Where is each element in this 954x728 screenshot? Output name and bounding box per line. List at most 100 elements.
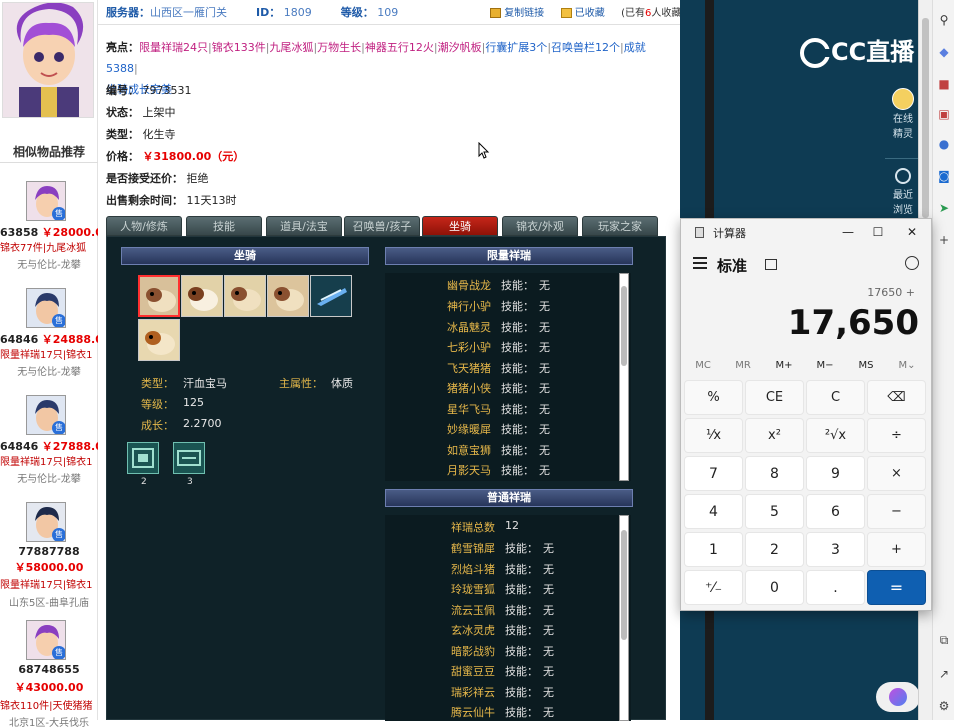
- limited-scrollbar[interactable]: [619, 273, 629, 481]
- copy-link-button[interactable]: 复制链接: [504, 8, 544, 19]
- tab-items[interactable]: 道具/法宝: [266, 216, 342, 236]
- mount-slot[interactable]: [267, 275, 309, 317]
- memory-subtract-button[interactable]: M−: [807, 360, 843, 371]
- mount-slot[interactable]: [310, 275, 352, 317]
- digit-1-key[interactable]: 1: [684, 532, 743, 567]
- memory-recall-button[interactable]: MR: [725, 360, 761, 371]
- send-icon[interactable]: ➤: [936, 200, 952, 216]
- skill-label: 技能：: [501, 321, 534, 334]
- search-icon[interactable]: ⚲: [936, 12, 952, 28]
- highlight-link[interactable]: 行囊扩展3个: [485, 41, 547, 54]
- tab-mount[interactable]: 坐骑: [422, 216, 498, 236]
- menu-icon[interactable]: [693, 257, 707, 269]
- tab-character[interactable]: 人物/修炼: [106, 216, 182, 236]
- extension-icon[interactable]: ◆: [936, 44, 952, 60]
- highlight-link[interactable]: 九尾冰狐: [269, 41, 313, 54]
- favorited-button[interactable]: 已收藏: [575, 8, 605, 19]
- rec-item[interactable]: 售 77887788 ￥58000.00 限量祥瑞17只|锦衣1 山东5区-曲阜…: [0, 502, 98, 608]
- tab-outfits[interactable]: 锦衣/外观: [502, 216, 578, 236]
- memory-list-button[interactable]: M⌄: [889, 360, 925, 371]
- highlight-link[interactable]: 限量祥瑞24只: [139, 41, 208, 54]
- digit-3-key[interactable]: 3: [806, 532, 865, 567]
- rec-item-image[interactable]: 售: [26, 502, 66, 542]
- digit-9-key[interactable]: 9: [806, 456, 865, 491]
- digit-7-key[interactable]: 7: [684, 456, 743, 491]
- tab-skills[interactable]: 技能: [186, 216, 262, 236]
- maximize-button[interactable]: ☐: [869, 223, 887, 241]
- digit-2-key[interactable]: 2: [745, 532, 804, 567]
- status-row: 状态： 上架中: [106, 104, 176, 120]
- highlight-link[interactable]: 召唤兽栏12个: [551, 41, 620, 54]
- history-icon[interactable]: [905, 256, 919, 270]
- negate-key[interactable]: ⁺⁄₋: [684, 570, 743, 605]
- memory-add-button[interactable]: M+: [766, 360, 802, 371]
- square-key[interactable]: x²: [745, 418, 804, 453]
- mount-slot[interactable]: [224, 275, 266, 317]
- scroll-thumb[interactable]: [621, 286, 627, 366]
- add-icon[interactable]: +: [936, 232, 952, 248]
- keep-on-top-icon[interactable]: [765, 259, 777, 270]
- online-sprite-button[interactable]: 在线 精灵: [885, 88, 921, 140]
- recent-browse-button[interactable]: 最近 浏览: [885, 168, 921, 216]
- tab-summons[interactable]: 召唤兽/孩子: [344, 216, 420, 236]
- scroll-thumb[interactable]: [621, 530, 627, 640]
- mount-name: 飞天猪猪: [447, 362, 491, 375]
- highlight-link[interactable]: 锦衣133件: [212, 41, 266, 54]
- reciprocal-key[interactable]: ¹⁄x: [684, 418, 743, 453]
- highlight-link[interactable]: 潮汐帆板: [438, 41, 482, 54]
- equals-key[interactable]: =: [867, 570, 926, 605]
- divide-key[interactable]: ÷: [867, 418, 926, 453]
- minimize-button[interactable]: —: [839, 223, 857, 241]
- digit-5-key[interactable]: 5: [745, 494, 804, 529]
- clear-key[interactable]: C: [806, 380, 865, 415]
- rec-item-image[interactable]: 售: [26, 620, 66, 660]
- calculator-app-icon: [695, 227, 704, 238]
- digit-8-key[interactable]: 8: [745, 456, 804, 491]
- highlight-link[interactable]: 万物生长: [317, 41, 361, 54]
- copilot-icon[interactable]: ●: [936, 136, 952, 152]
- tab-home[interactable]: 玩家之家: [582, 216, 658, 236]
- rec-id: 64846: [0, 333, 39, 345]
- mount-slot[interactable]: [138, 319, 180, 361]
- normal-scrollbar[interactable]: [619, 515, 629, 721]
- mount-equip-slot[interactable]: [127, 442, 159, 474]
- rec-item[interactable]: 售 63858 ￥28000.00 锦衣77件|九尾冰狐 无与伦比-龙攀: [0, 181, 98, 287]
- mount-name: 腾云仙牛: [451, 706, 495, 719]
- rec-item-image[interactable]: 售: [26, 395, 66, 435]
- tools-icon[interactable]: ▣: [936, 106, 952, 122]
- rec-item[interactable]: 售 64846 ￥27888.00 限量祥瑞17只|锦衣1 无与伦比-龙攀: [0, 395, 98, 501]
- mount-equip-slot[interactable]: [173, 442, 205, 474]
- sqrt-key[interactable]: ²√x: [806, 418, 865, 453]
- multiply-key[interactable]: ×: [867, 456, 926, 491]
- close-button[interactable]: ✕: [903, 223, 921, 241]
- highlight-link[interactable]: 神器五行12火: [365, 41, 434, 54]
- assistant-button[interactable]: [876, 682, 920, 712]
- rec-item[interactable]: 售 64846 ￥24888.00 限量祥瑞17只|锦衣1 无与伦比-龙攀: [0, 288, 98, 394]
- scroll-thumb[interactable]: [922, 18, 929, 218]
- digit-0-key[interactable]: 0: [745, 570, 804, 605]
- shopping-icon[interactable]: ■: [936, 76, 952, 92]
- digit-6-key[interactable]: 6: [806, 494, 865, 529]
- mount-slot[interactable]: [138, 275, 180, 317]
- external-icon[interactable]: ↗: [936, 666, 952, 682]
- rec-item-image[interactable]: 售: [26, 181, 66, 221]
- clear-entry-key[interactable]: CE: [745, 380, 804, 415]
- subtract-key[interactable]: −: [867, 494, 926, 529]
- screenshot-icon[interactable]: ⧉: [936, 632, 952, 648]
- settings-icon[interactable]: ⚙: [936, 698, 952, 714]
- memory-store-button[interactable]: MS: [848, 360, 884, 371]
- decimal-key[interactable]: .: [806, 570, 865, 605]
- percent-key[interactable]: %: [684, 380, 743, 415]
- rec-item-image[interactable]: 售: [26, 288, 66, 328]
- list-item: 猪猪小侠 技能： 无: [385, 380, 615, 400]
- favorite-icon[interactable]: [560, 8, 572, 18]
- mount-slot[interactable]: [181, 275, 223, 317]
- backspace-key[interactable]: ⌫: [867, 380, 926, 415]
- copy-link-icon[interactable]: [490, 8, 501, 18]
- mount-name: 猪猪小侠: [447, 382, 491, 395]
- outlook-icon[interactable]: ◙: [936, 168, 952, 184]
- rec-item[interactable]: 售 68748655 ￥43000.00 锦衣110件|天使猪猪 北京1区-大兵…: [0, 620, 98, 728]
- digit-4-key[interactable]: 4: [684, 494, 743, 529]
- memory-clear-button[interactable]: MC: [685, 360, 721, 371]
- add-key[interactable]: +: [867, 532, 926, 567]
